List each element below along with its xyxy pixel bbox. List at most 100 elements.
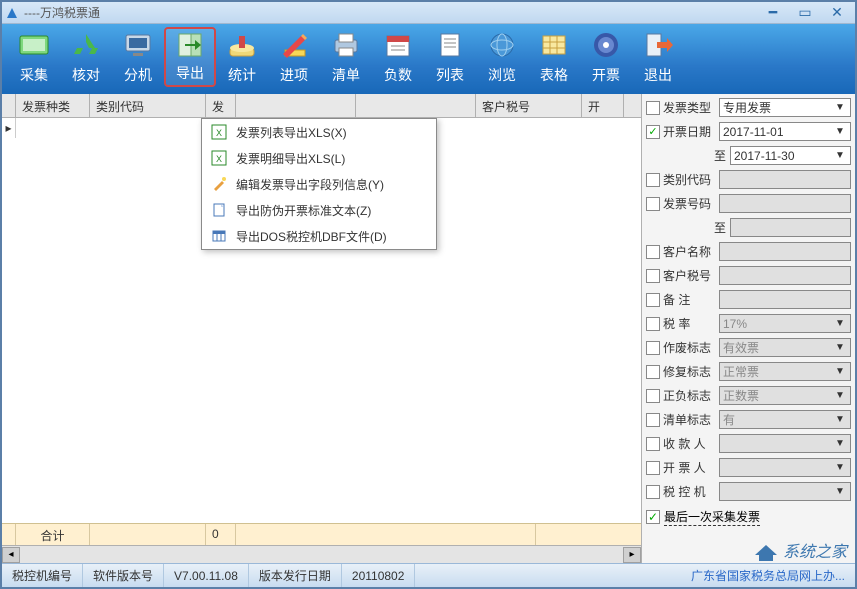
- filter-field[interactable]: 2017-11-30▼: [730, 146, 851, 165]
- filter-checkbox[interactable]: ✓: [646, 125, 660, 139]
- filter-checkbox[interactable]: [646, 461, 660, 475]
- dropdown-arrow-icon[interactable]: ▼: [833, 414, 847, 425]
- filter-field[interactable]: ▼: [719, 482, 851, 501]
- statusbar: 税控机编号 软件版本号 V7.00.11.08 版本发行日期 20110802 …: [2, 563, 855, 587]
- filter-field[interactable]: 有效票▼: [719, 338, 851, 357]
- status-right-link[interactable]: 广东省国家税务总局网上办...: [681, 564, 855, 587]
- filter-field[interactable]: ▼: [719, 434, 851, 453]
- table-icon: [210, 227, 228, 245]
- filter-checkbox[interactable]: [646, 485, 660, 499]
- status-release-label: 版本发行日期: [249, 564, 342, 587]
- filter-checkbox[interactable]: [646, 317, 660, 331]
- filter-field[interactable]: 有▼: [719, 410, 851, 429]
- filter-checkbox[interactable]: [646, 389, 660, 403]
- col-kai[interactable]: 开: [582, 94, 624, 117]
- dropdown-arrow-icon[interactable]: ▼: [833, 390, 847, 401]
- minimize-button[interactable]: ━: [759, 5, 787, 21]
- status-version-label: 软件版本号: [83, 564, 164, 587]
- dropdown-arrow-icon[interactable]: ▼: [833, 318, 847, 329]
- filter-checkbox[interactable]: [646, 341, 660, 355]
- filter-checkbox[interactable]: [646, 413, 660, 427]
- filter-checkbox[interactable]: [646, 365, 660, 379]
- dropdown-arrow-icon[interactable]: ▼: [833, 438, 847, 449]
- calendar-icon: [381, 30, 415, 60]
- dropdown-arrow-icon[interactable]: ▼: [833, 102, 847, 113]
- filter-field[interactable]: 正常票▼: [719, 362, 851, 381]
- toolbar-grid[interactable]: 表格: [528, 27, 580, 87]
- menu-export-antifake-text[interactable]: 导出防伪开票标准文本(Z): [202, 197, 436, 223]
- filter-row: 开 票 人▼: [646, 456, 851, 479]
- status-release-value: 20110802: [342, 564, 416, 587]
- filter-field[interactable]: ▼: [719, 458, 851, 477]
- house-icon: [753, 543, 779, 563]
- scroll-left-button[interactable]: ◂: [2, 547, 20, 563]
- filter-field[interactable]: 17%▼: [719, 314, 851, 333]
- filter-checkbox[interactable]: [646, 437, 660, 451]
- filter-field[interactable]: [719, 170, 851, 189]
- filter-checkbox[interactable]: [646, 197, 660, 211]
- status-version-value: V7.00.11.08: [164, 564, 249, 587]
- col-blank1[interactable]: [236, 94, 356, 117]
- filter-field[interactable]: [719, 290, 851, 309]
- toolbar-stats[interactable]: 统计: [216, 27, 268, 87]
- collect-icon: [17, 30, 51, 60]
- last-collect-checkbox[interactable]: ✓: [646, 510, 660, 524]
- dropdown-arrow-icon[interactable]: ▼: [833, 126, 847, 137]
- toolbar-input[interactable]: 进项: [268, 27, 320, 87]
- menu-edit-export-fields[interactable]: 编辑发票导出字段列信息(Y): [202, 171, 436, 197]
- dropdown-arrow-icon[interactable]: ▼: [833, 150, 847, 161]
- dropdown-arrow-icon[interactable]: ▼: [833, 366, 847, 377]
- col-invoice-kind[interactable]: 发票种类: [16, 94, 90, 117]
- filter-row: 类别代码: [646, 168, 851, 191]
- col-fa[interactable]: 发: [206, 94, 236, 117]
- exit-icon: [641, 30, 675, 60]
- dropdown-arrow-icon[interactable]: ▼: [833, 486, 847, 497]
- scroll-track[interactable]: [20, 547, 623, 563]
- menu-export-dos-dbf[interactable]: 导出DOS税控机DBF文件(D): [202, 223, 436, 249]
- printer-icon: [329, 30, 363, 60]
- toolbar-export[interactable]: 导出: [164, 27, 216, 87]
- grid-body[interactable]: ▸ X发票列表导出XLS(X) X发票明细导出XLS(L) 编辑发票导出字段列信…: [2, 118, 641, 523]
- close-button[interactable]: ✕: [823, 5, 851, 21]
- filter-row: 客户名称: [646, 240, 851, 263]
- horizontal-scrollbar[interactable]: ◂ ▸: [2, 545, 641, 563]
- menu-export-list-xls[interactable]: X发票列表导出XLS(X): [202, 119, 436, 145]
- toolbar-list[interactable]: 清单: [320, 27, 372, 87]
- filter-checkbox[interactable]: [646, 245, 660, 259]
- toolbar-exit[interactable]: 退出: [632, 27, 684, 87]
- filter-checkbox[interactable]: [646, 269, 660, 283]
- toolbar-branch[interactable]: 分机: [112, 27, 164, 87]
- filter-checkbox[interactable]: [646, 101, 660, 115]
- filter-checkbox[interactable]: [646, 173, 660, 187]
- dropdown-arrow-icon[interactable]: ▼: [833, 462, 847, 473]
- disc-icon: [589, 30, 623, 60]
- filter-field[interactable]: [719, 242, 851, 261]
- filter-label: 收 款 人: [663, 435, 719, 452]
- stats-icon: [225, 30, 259, 60]
- filter-field[interactable]: [719, 194, 851, 213]
- toolbar-browse[interactable]: 浏览: [476, 27, 528, 87]
- filter-row: 发票类型专用发票▼: [646, 96, 851, 119]
- scroll-right-button[interactable]: ▸: [623, 547, 641, 563]
- col-blank2[interactable]: [356, 94, 476, 117]
- toolbar-invoice[interactable]: 开票: [580, 27, 632, 87]
- menu-export-detail-xls[interactable]: X发票明细导出XLS(L): [202, 145, 436, 171]
- app-logo-icon: [6, 7, 18, 19]
- col-category-code[interactable]: 类别代码: [90, 94, 206, 117]
- main-toolbar: 采集 核对 分机 导出 统计 进项 清单 负数 列表 浏览 表格 开票 退出: [2, 24, 855, 94]
- toolbar-collect[interactable]: 采集: [8, 27, 60, 87]
- filter-checkbox[interactable]: [646, 293, 660, 307]
- toolbar-table[interactable]: 列表: [424, 27, 476, 87]
- col-customer-tax[interactable]: 客户税号: [476, 94, 582, 117]
- filter-field[interactable]: 2017-11-01▼: [719, 122, 851, 141]
- filter-field[interactable]: [719, 266, 851, 285]
- maximize-button[interactable]: ▭: [791, 5, 819, 21]
- dropdown-arrow-icon[interactable]: ▼: [833, 342, 847, 353]
- toolbar-negative[interactable]: 负数: [372, 27, 424, 87]
- filter-field[interactable]: [730, 218, 851, 237]
- filter-field[interactable]: 专用发票▼: [719, 98, 851, 117]
- svg-text:X: X: [216, 154, 222, 164]
- filter-field[interactable]: 正数票▼: [719, 386, 851, 405]
- watermark: 系统之家: [753, 538, 847, 563]
- toolbar-verify[interactable]: 核对: [60, 27, 112, 87]
